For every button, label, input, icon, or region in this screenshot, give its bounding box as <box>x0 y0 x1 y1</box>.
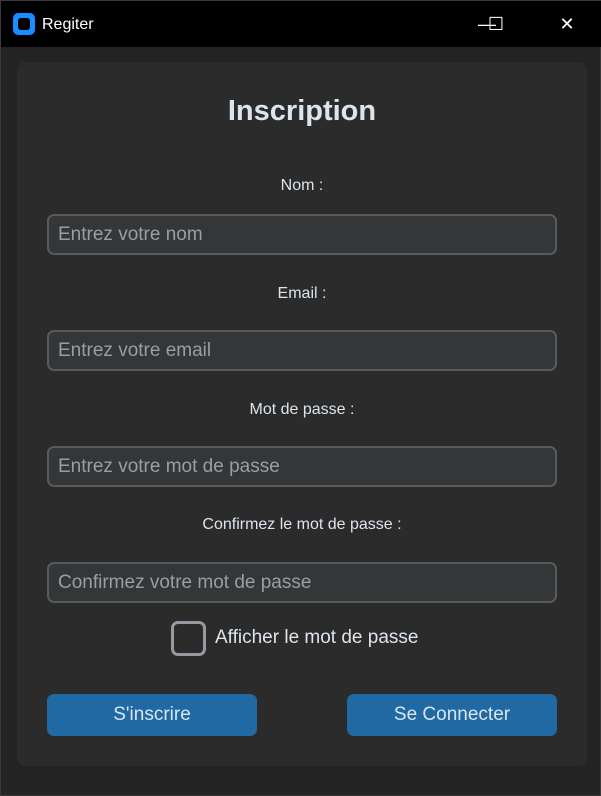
title-bar: Regiter — ☐ ✕ <box>1 1 601 47</box>
show-password-checkbox[interactable] <box>171 621 206 656</box>
page-title: Inscription <box>227 95 377 127</box>
password-label: Mot de passe : <box>249 401 355 418</box>
app-icon <box>13 13 35 35</box>
show-password-label[interactable]: Afficher le mot de passe <box>215 627 418 649</box>
password-input[interactable] <box>47 446 557 487</box>
register-button[interactable]: S'inscrire <box>47 694 257 736</box>
email-input[interactable] <box>47 330 557 371</box>
registration-frame: Inscription Nom : Email : Mot de passe :… <box>17 62 587 766</box>
window-title: Regiter <box>42 16 94 33</box>
confirm-password-input[interactable] <box>47 562 557 603</box>
email-label: Email : <box>277 285 327 302</box>
name-input[interactable] <box>47 214 557 255</box>
close-button[interactable]: ✕ <box>544 1 590 47</box>
confirm-password-label: Confirmez le mot de passe : <box>202 516 402 533</box>
name-label: Nom : <box>280 177 324 194</box>
login-button[interactable]: Se Connecter <box>347 694 557 736</box>
maximize-button[interactable]: ☐ <box>473 1 519 47</box>
